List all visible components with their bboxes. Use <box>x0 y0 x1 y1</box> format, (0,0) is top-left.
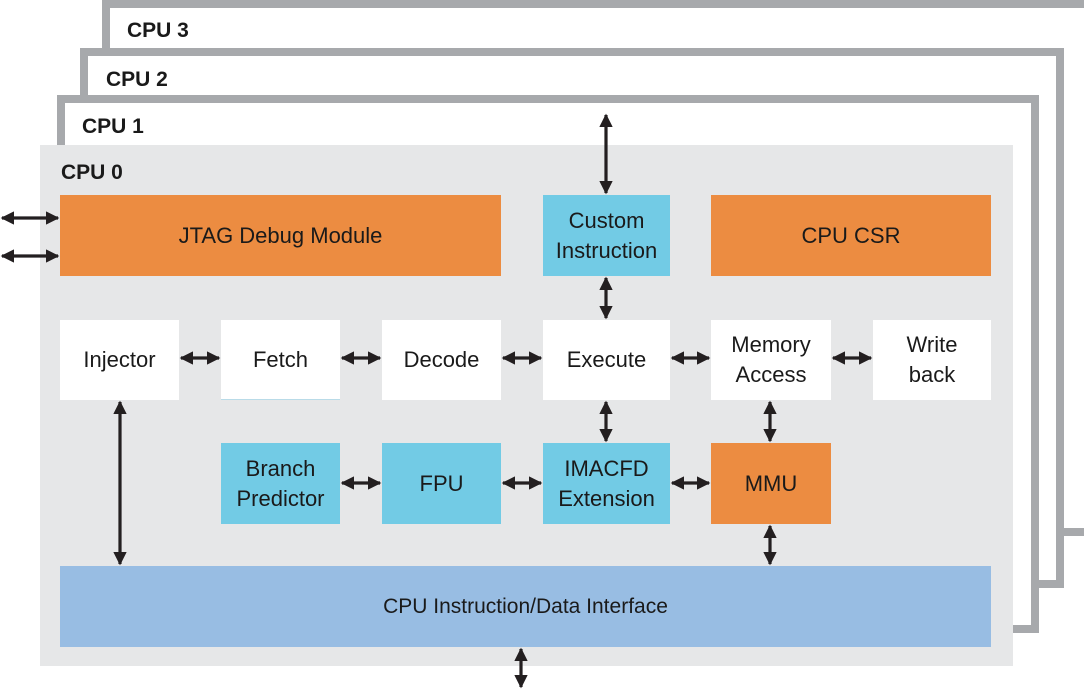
connection-arrows <box>0 113 873 689</box>
